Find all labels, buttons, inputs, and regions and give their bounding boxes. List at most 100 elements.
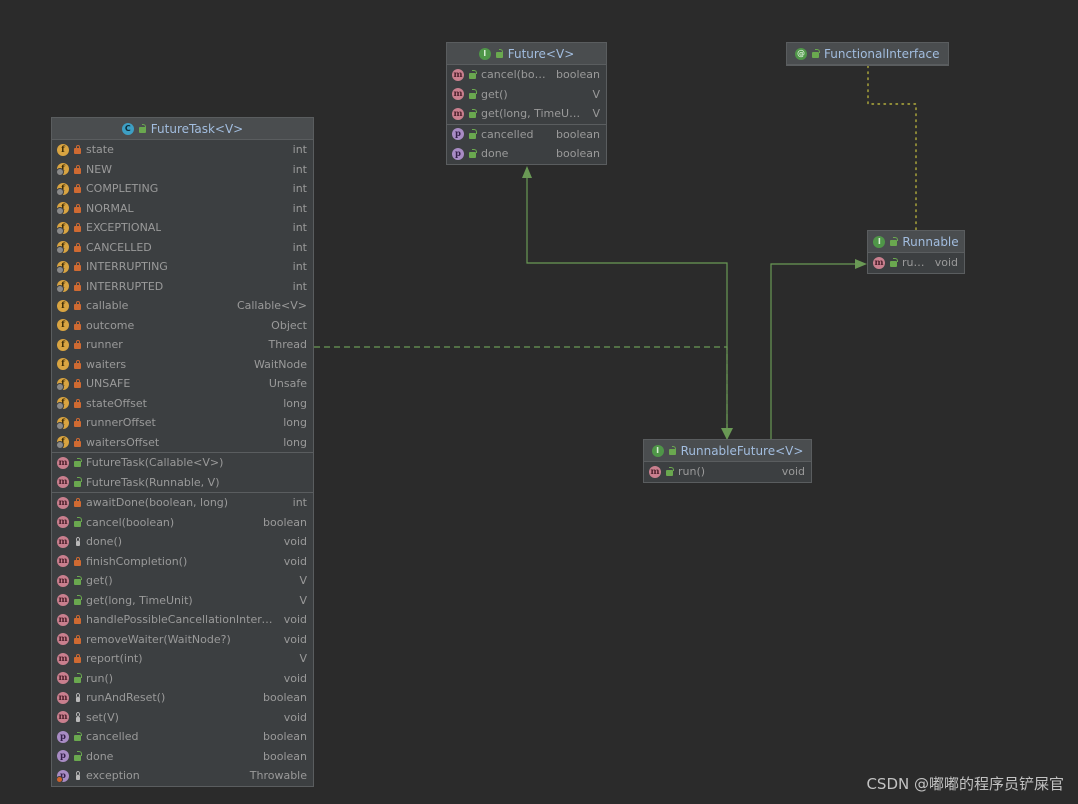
- class-title-futuretask: C FutureTask<V>: [52, 118, 313, 140]
- property-icon: p: [57, 730, 69, 743]
- interface-box-runnablefuture[interactable]: I RunnableFuture<V> m run() void: [643, 439, 812, 483]
- method-icon: m: [57, 672, 69, 685]
- member-row[interactable]: f CANCELLED int: [52, 238, 313, 258]
- member-type: V: [592, 107, 600, 121]
- member-row[interactable]: f INTERRUPTED int: [52, 277, 313, 297]
- member-row[interactable]: f outcome Object: [52, 316, 313, 336]
- annotation-box-functionalinterface[interactable]: @ FunctionalInterface: [786, 42, 949, 66]
- member-row[interactable]: f INTERRUPTING int: [52, 257, 313, 277]
- private-lock-icon: [73, 203, 82, 214]
- member-row[interactable]: f waiters WaitNode: [52, 355, 313, 375]
- member-row[interactable]: m get(long, TimeUnit) V: [447, 104, 606, 124]
- public-lock-icon: [73, 731, 82, 742]
- field-icon: f: [56, 163, 69, 177]
- member-row[interactable]: m run() void: [868, 253, 964, 273]
- member-row[interactable]: m set(V) void: [52, 708, 313, 728]
- member-row[interactable]: f stateOffset long: [52, 394, 313, 414]
- member-row[interactable]: f NORMAL int: [52, 199, 313, 219]
- member-row[interactable]: f state int: [52, 140, 313, 160]
- member-name: waitersOffset: [86, 435, 160, 449]
- member-row[interactable]: m FutureTask(Callable<V>): [52, 453, 313, 473]
- futuretask-sections: f state int f NEW int f COMPLETING int f NORMAL int…: [52, 140, 313, 786]
- interface-icon: I: [873, 235, 886, 248]
- member-row[interactable]: m get() V: [447, 85, 606, 105]
- member-row[interactable]: m runAndReset() boolean: [52, 688, 313, 708]
- private-lock-icon: [73, 300, 82, 311]
- member-row[interactable]: f runner Thread: [52, 335, 313, 355]
- member-row[interactable]: m get() V: [52, 571, 313, 591]
- member-row[interactable]: f waitersOffset long: [52, 433, 313, 453]
- member-name: callable: [86, 299, 129, 313]
- field-icon: f: [56, 260, 69, 274]
- public-lock-icon: [73, 477, 82, 488]
- member-row[interactable]: p done boolean: [447, 144, 606, 164]
- member-type: boolean: [263, 691, 307, 705]
- member-row[interactable]: m report(int) V: [52, 649, 313, 669]
- member-name: CANCELLED: [86, 240, 152, 254]
- interface-box-future[interactable]: I Future<V> m cancel(boolean) boolean m get(…: [446, 42, 607, 165]
- member-name: get(): [86, 574, 113, 588]
- member-name: get(long, TimeUnit): [481, 107, 583, 121]
- member-name: FutureTask(Runnable, V): [86, 475, 220, 489]
- public-lock-icon: [665, 466, 674, 477]
- member-section-methods: m run() void: [644, 462, 811, 482]
- member-name: NEW: [86, 162, 113, 176]
- member-name: handlePossibleCancellationInterrupt(int): [86, 613, 274, 627]
- member-row[interactable]: m removeWaiter(WaitNode?) void: [52, 630, 313, 650]
- member-row[interactable]: m cancel(boolean) boolean: [52, 513, 313, 533]
- edge-functionalinterface-to-runnable: [867, 65, 917, 231]
- member-name: outcome: [86, 318, 135, 332]
- interface-title-future: I Future<V>: [447, 43, 606, 65]
- public-lock-icon: [468, 108, 477, 119]
- interface-box-runnable[interactable]: I Runnable m run() void: [867, 230, 965, 274]
- member-row[interactable]: f runnerOffset long: [52, 413, 313, 433]
- method-icon: m: [873, 256, 885, 269]
- member-type: int: [292, 279, 307, 293]
- member-name: done(): [86, 535, 123, 549]
- member-row[interactable]: f EXCEPTIONAL int: [52, 218, 313, 238]
- edge-runnablefuture-to-future: [522, 166, 728, 440]
- member-type: long: [283, 435, 307, 449]
- public-lock-icon: [73, 751, 82, 762]
- member-row[interactable]: f UNSAFE Unsafe: [52, 374, 313, 394]
- member-row[interactable]: m run() void: [52, 669, 313, 689]
- protected-lock-icon: [73, 712, 82, 723]
- member-type: void: [934, 256, 958, 270]
- member-row[interactable]: m awaitDone(boolean, long) int: [52, 493, 313, 513]
- watermark-text: CSDN @嘟嘟的程序员铲屎官: [866, 775, 1064, 793]
- method-icon: m: [57, 711, 69, 724]
- member-name: awaitDone(boolean, long): [86, 496, 229, 510]
- method-icon: m: [452, 68, 464, 81]
- member-type: V: [299, 652, 307, 666]
- member-name: NORMAL: [86, 201, 134, 215]
- member-type: V: [592, 87, 600, 101]
- member-row[interactable]: m handlePossibleCancellationInterrupt(int…: [52, 610, 313, 630]
- member-row[interactable]: f callable Callable<V>: [52, 296, 313, 316]
- member-row[interactable]: f COMPLETING int: [52, 179, 313, 199]
- member-name: run(): [678, 465, 706, 479]
- member-row[interactable]: f NEW int: [52, 160, 313, 180]
- member-row[interactable]: m FutureTask(Runnable, V): [52, 473, 313, 493]
- field-icon: f: [56, 377, 69, 391]
- class-box-futuretask[interactable]: C FutureTask<V> f state int f NEW int f COMPLET…: [51, 117, 314, 787]
- field-icon: f: [57, 319, 69, 332]
- private-lock-icon: [73, 614, 82, 625]
- member-row[interactable]: m cancel(boolean) boolean: [447, 65, 606, 85]
- protected-lock-icon: [73, 770, 82, 781]
- member-row[interactable]: m get(long, TimeUnit) V: [52, 591, 313, 611]
- method-icon: m: [57, 476, 69, 489]
- member-row[interactable]: m run() void: [644, 462, 811, 482]
- member-row[interactable]: p exception Throwable: [52, 766, 313, 786]
- member-name: cancelled: [86, 730, 139, 744]
- field-icon: f: [57, 299, 69, 312]
- protected-lock-icon: [73, 536, 82, 547]
- member-row[interactable]: p done boolean: [52, 747, 313, 767]
- member-row[interactable]: p cancelled boolean: [52, 727, 313, 747]
- member-row[interactable]: p cancelled boolean: [447, 125, 606, 145]
- member-row[interactable]: m finishCompletion() void: [52, 552, 313, 572]
- member-row[interactable]: m done() void: [52, 532, 313, 552]
- method-icon: m: [452, 107, 464, 120]
- private-lock-icon: [73, 359, 82, 370]
- private-lock-icon: [73, 320, 82, 331]
- member-name: run(): [86, 671, 114, 685]
